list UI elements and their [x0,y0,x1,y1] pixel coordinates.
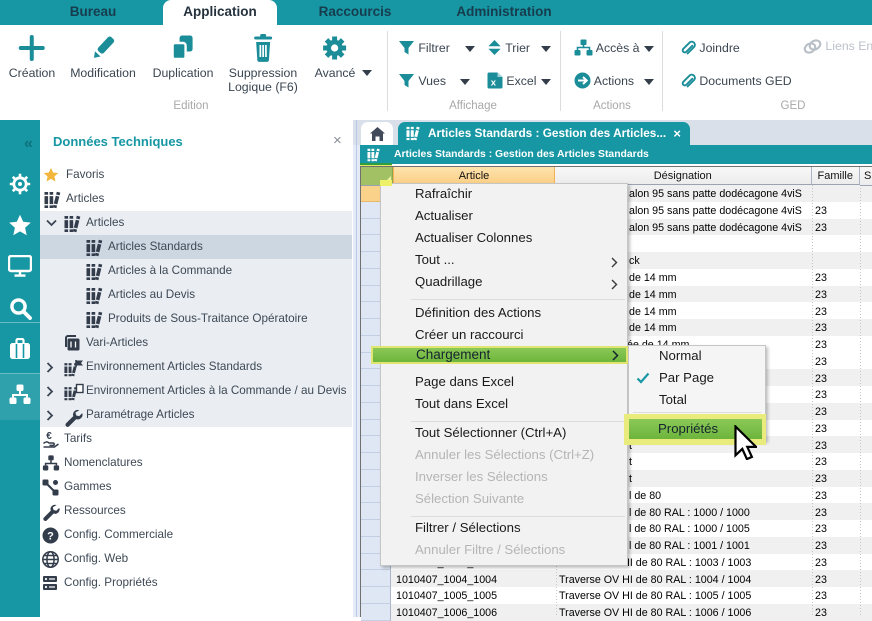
svg-text:x: x [491,77,497,88]
svg-text:?: ? [47,531,54,543]
svg-text:€: € [46,431,52,442]
